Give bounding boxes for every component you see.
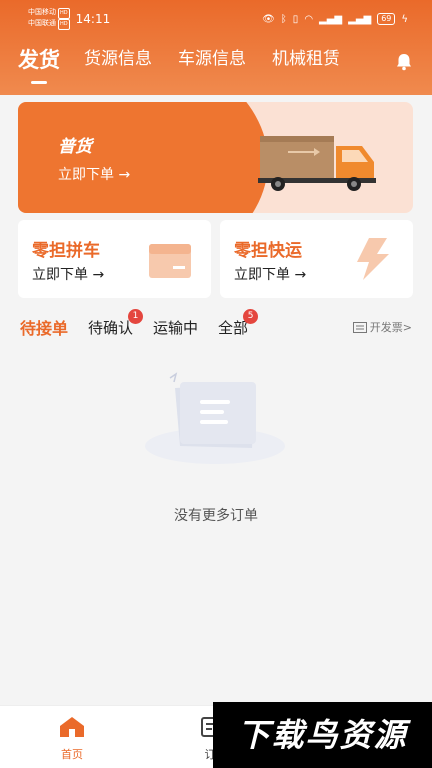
- tab-cargo-info[interactable]: 货源信息: [84, 44, 152, 79]
- bluetooth-icon: ᛒ: [280, 13, 287, 25]
- tab-all[interactable]: 全部 5: [218, 308, 259, 338]
- bottom-nav-home[interactable]: 首页: [42, 716, 102, 762]
- vibrate-icon: ▯: [292, 13, 299, 25]
- empty-message: 没有更多订单: [174, 508, 258, 524]
- status-time: 14:11: [75, 12, 111, 26]
- watermark: 下载鸟资源: [213, 702, 432, 768]
- invoice-link[interactable]: 开发票>: [352, 319, 412, 335]
- card-cta[interactable]: 立即下单 →: [234, 264, 306, 284]
- box-icon: [149, 244, 191, 278]
- tab-fahuo[interactable]: 发货: [18, 44, 60, 84]
- banner-general-cargo[interactable]: 普货 立即下单 →: [18, 102, 413, 213]
- eye-icon: 👁: [262, 13, 275, 25]
- tab-vehicle-info[interactable]: 车源信息: [178, 44, 246, 79]
- carrier-2: 中国联通 HD: [28, 19, 70, 30]
- count-badge: 5: [243, 308, 259, 324]
- tab-pending-accept[interactable]: 待接单: [20, 315, 68, 339]
- tab-in-transit[interactable]: 运输中: [153, 317, 198, 338]
- tab-pending-confirm[interactable]: 待确认 1: [88, 308, 144, 338]
- banner-cta[interactable]: 立即下单 →: [58, 164, 130, 184]
- home-icon: [60, 717, 84, 737]
- card-ltl-carpool[interactable]: 零担拼车 立即下单 →: [18, 220, 211, 298]
- top-nav: 发货 货源信息 车源信息 机械租赁: [18, 44, 414, 84]
- truck-icon: [258, 136, 376, 191]
- card-title: 零担拼车: [32, 241, 100, 261]
- signal-icon: ▂▄▆: [319, 13, 343, 25]
- signal-2-icon: ▂▄▆: [348, 13, 372, 25]
- empty-orders-illustration: [145, 372, 285, 464]
- banner-orange-bg: [18, 102, 268, 213]
- charging-icon: ϟ: [401, 13, 408, 25]
- banner-title: 普货: [58, 137, 92, 157]
- bell-icon[interactable]: [394, 52, 414, 72]
- order-tabs: 待接单 待确认 1 运输中 全部 5 开发票>: [20, 308, 412, 339]
- count-badge: 1: [128, 308, 144, 324]
- battery-icon: 69: [377, 13, 396, 25]
- invoice-icon: [352, 321, 367, 333]
- card-title: 零担快运: [234, 241, 302, 261]
- carrier-info: 中国移动 HD 中国联通 HD: [28, 8, 70, 30]
- lightning-icon: [357, 238, 389, 280]
- carrier-1: 中国移动 HD: [28, 8, 70, 19]
- system-icons: 👁 ᛒ ▯ ◠ ▂▄▆ ▂▄▆ 69 ϟ: [262, 13, 408, 25]
- wifi-icon: ◠: [304, 13, 314, 25]
- status-bar: 中国移动 HD 中国联通 HD 14:11 👁 ᛒ ▯ ◠ ▂▄▆ ▂▄▆ 69 ϟ: [28, 8, 408, 30]
- tab-machinery-rental[interactable]: 机械租赁: [272, 44, 340, 79]
- card-ltl-express[interactable]: 零担快运 立即下单 →: [220, 220, 413, 298]
- card-cta[interactable]: 立即下单 →: [32, 264, 104, 284]
- header: 中国移动 HD 中国联通 HD 14:11 👁 ᛒ ▯ ◠ ▂▄▆ ▂▄▆ 69 ϟ…: [0, 0, 432, 95]
